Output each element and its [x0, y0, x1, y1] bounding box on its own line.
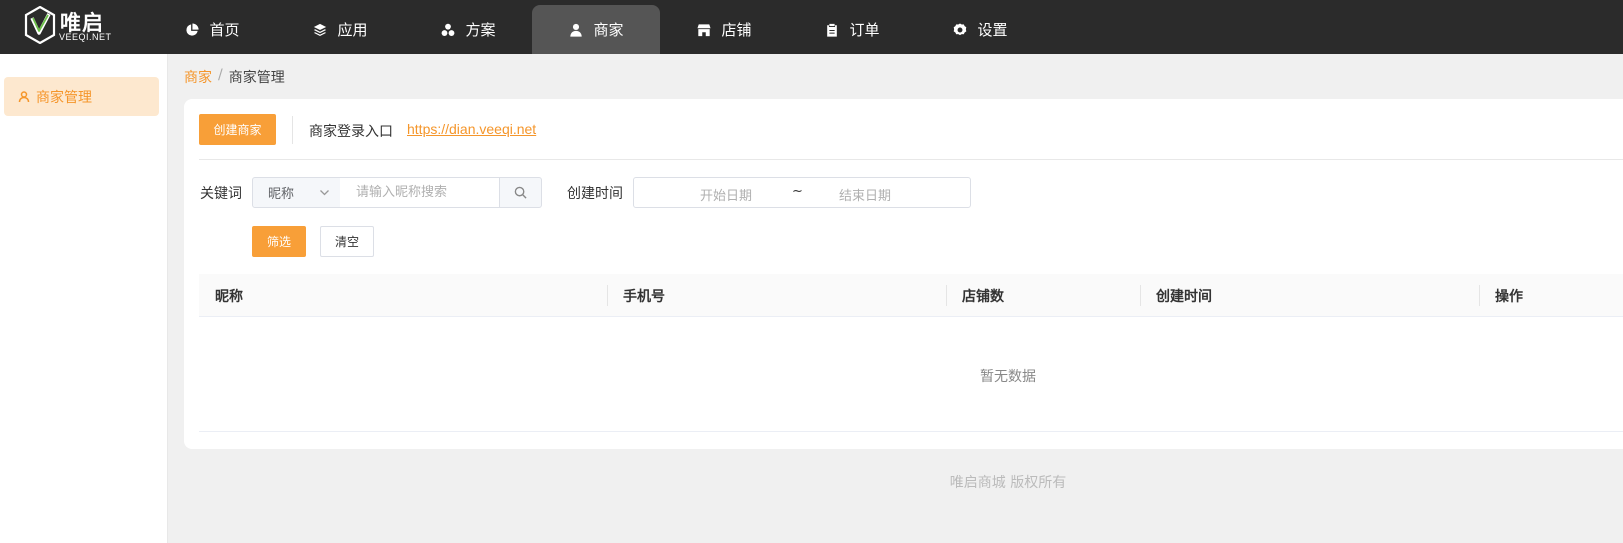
footer-copyright: 唯启商城 版权所有: [949, 475, 1067, 491]
nav-label: 商家: [593, 21, 624, 39]
search-icon: [514, 186, 527, 199]
user-icon: [568, 22, 584, 38]
nav-label: 方案: [465, 21, 496, 39]
logo-badge-icon: [24, 6, 56, 44]
start-date-input[interactable]: 开始日期: [700, 185, 752, 204]
layers-icon: [312, 22, 328, 38]
nav-item-orders[interactable]: 订单: [788, 5, 916, 54]
nav-item-merchants[interactable]: 商家: [532, 5, 660, 54]
keyword-search-input[interactable]: [340, 177, 500, 208]
user-outline-icon: [18, 90, 30, 103]
nav-label: 订单: [849, 21, 880, 39]
keyword-label: 关键词: [200, 186, 242, 202]
breadcrumb: 商家 / 商家管理: [184, 67, 285, 87]
pie-chart-icon: [184, 22, 200, 38]
date-range-picker[interactable]: 开始日期 ~ 结束日期: [633, 177, 971, 208]
main-content-card: 创建商家 商家登录入口 https://dian.veeqi.net 关键词 昵…: [184, 99, 1623, 449]
merchant-login-link[interactable]: https://dian.veeqi.net: [407, 121, 536, 137]
top-navigation-bar: 唯启 VEEQI.NET 首页 应用 方案 商家 店铺 订单 设置: [0, 0, 1623, 54]
column-header-store-count: 店铺数: [962, 288, 1004, 305]
column-header-nickname: 昵称: [215, 288, 243, 305]
nav-item-home[interactable]: 首页: [148, 5, 276, 54]
nav-item-settings[interactable]: 设置: [916, 5, 1044, 54]
created-time-label: 创建时间: [567, 186, 623, 202]
merchant-table: 昵称 手机号 店铺数 创建时间 操作 暂无数据: [199, 274, 1623, 432]
nav-item-solutions[interactable]: 方案: [404, 5, 532, 54]
nav-label: 店铺: [721, 21, 752, 39]
sidebar: 商家管理: [0, 54, 168, 543]
nav-label: 应用: [337, 21, 368, 39]
logo-sub-text: VEEQI.NET: [59, 32, 112, 42]
circles-icon: [440, 22, 456, 38]
keyword-type-value: 昵称: [268, 187, 295, 202]
sidebar-item-label: 商家管理: [36, 89, 92, 106]
nav-label: 设置: [977, 21, 1008, 39]
date-range-separator: ~: [792, 184, 803, 199]
column-header-actions: 操作: [1495, 288, 1523, 305]
table-header: 昵称 手机号 店铺数 创建时间 操作: [199, 274, 1623, 317]
keyword-search-button[interactable]: [499, 177, 542, 208]
veeqi-logo[interactable]: 唯启 VEEQI.NET: [24, 6, 134, 46]
column-header-created-time: 创建时间: [1156, 288, 1212, 305]
toolbar-divider: [292, 116, 293, 144]
breadcrumb-current: 商家管理: [228, 70, 285, 86]
empty-state-text: 暂无数据: [980, 369, 1036, 385]
store-icon: [696, 22, 712, 38]
clear-button[interactable]: 清空: [320, 226, 374, 257]
merchant-login-label: 商家登录入口: [309, 124, 393, 140]
table-body: 暂无数据: [199, 317, 1623, 432]
sidebar-item-merchant-management[interactable]: 商家管理: [4, 77, 159, 116]
clipboard-icon: [824, 22, 840, 38]
filter-button[interactable]: 筛选: [252, 226, 306, 257]
keyword-type-select[interactable]: 昵称: [252, 177, 341, 208]
nav-item-apps[interactable]: 应用: [276, 5, 404, 54]
chevron-down-icon: [319, 187, 330, 198]
nav-label: 首页: [209, 21, 240, 39]
section-divider: [199, 159, 1623, 160]
column-header-phone: 手机号: [623, 288, 665, 305]
breadcrumb-parent-link[interactable]: 商家: [184, 67, 212, 87]
breadcrumb-separator: /: [218, 67, 223, 83]
create-merchant-button[interactable]: 创建商家: [199, 114, 276, 145]
end-date-input[interactable]: 结束日期: [839, 185, 891, 204]
gear-icon: [952, 22, 968, 38]
nav-item-stores[interactable]: 店铺: [660, 5, 788, 54]
